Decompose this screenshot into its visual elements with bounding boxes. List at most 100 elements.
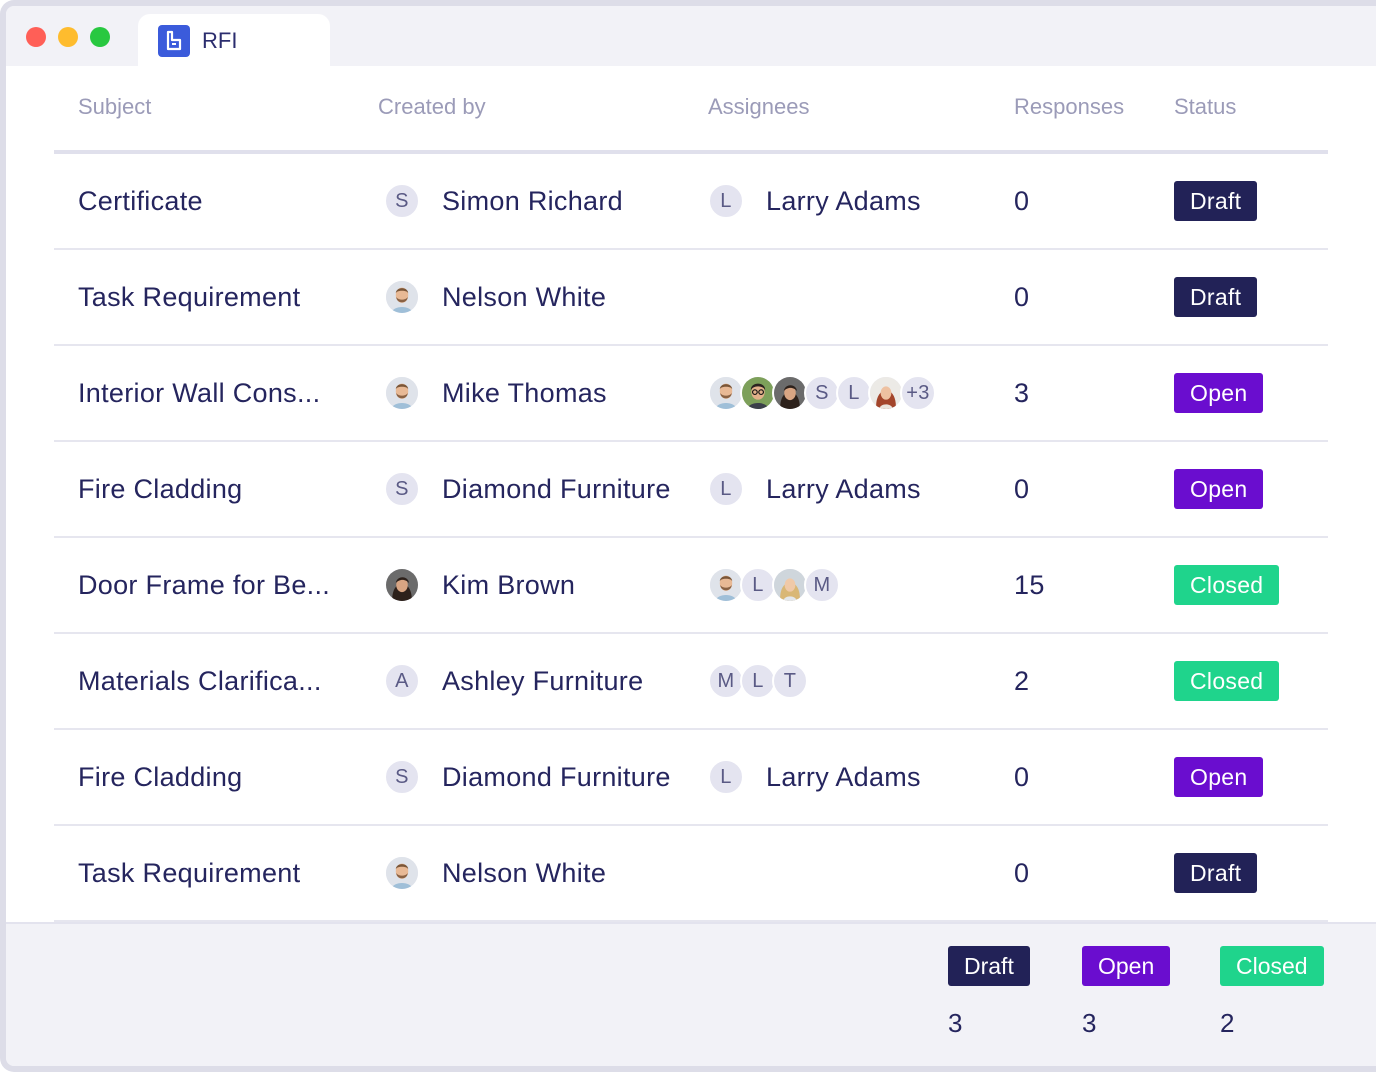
assignees-cell: S L +3 bbox=[708, 346, 936, 440]
subject-cell[interactable]: Certificate bbox=[78, 154, 203, 248]
status-badge[interactable]: Open bbox=[1174, 757, 1264, 797]
avatar-photo[interactable] bbox=[384, 279, 420, 315]
responses-count: 0 bbox=[1014, 185, 1030, 216]
subject-cell[interactable]: Fire Cladding bbox=[78, 442, 242, 536]
app-window: RFI Subject Created by Assignees Respons… bbox=[0, 0, 1376, 1072]
avatar-initial[interactable]: S bbox=[384, 183, 420, 219]
created-by-cell: Mike Thomas bbox=[384, 346, 607, 440]
avatar-initial[interactable]: L bbox=[740, 663, 776, 699]
tab-rfi[interactable]: RFI bbox=[138, 14, 330, 68]
status-cell: Closed bbox=[1174, 538, 1280, 632]
assignees-cell: LM bbox=[708, 538, 840, 632]
avatar-photo[interactable] bbox=[772, 567, 808, 603]
avatar-initial[interactable]: L bbox=[836, 375, 872, 411]
avatar-photo[interactable] bbox=[384, 567, 420, 603]
status-summary: Draft 3 Open 3 Closed 2 bbox=[6, 922, 1376, 1066]
avatar-initial[interactable]: T bbox=[772, 663, 808, 699]
table-body: Certificate S Simon Richard L Larry Adams 0 Dr… bbox=[54, 154, 1328, 922]
subject-cell[interactable]: Fire Cladding bbox=[78, 730, 242, 824]
table-row[interactable]: Door Frame for Be... Kim Brown L M 15 Closed bbox=[54, 538, 1328, 634]
summary-closed-count: 2 bbox=[1220, 1008, 1235, 1038]
column-header-subject[interactable]: Subject bbox=[78, 94, 151, 120]
column-header-created-by[interactable]: Created by bbox=[378, 94, 486, 120]
avatar-photo[interactable] bbox=[708, 375, 744, 411]
created-by-cell: S Diamond Furniture bbox=[384, 730, 671, 824]
avatar-initial[interactable]: S bbox=[804, 375, 840, 411]
status-cell: Open bbox=[1174, 730, 1264, 824]
created-by-cell: Kim Brown bbox=[384, 538, 575, 632]
summary-closed-badge[interactable]: Closed bbox=[1220, 946, 1324, 986]
creator-name: Simon Richard bbox=[442, 185, 623, 216]
status-cell: Closed bbox=[1174, 634, 1280, 728]
avatar-initial[interactable]: M bbox=[708, 663, 744, 699]
avatar-initial[interactable]: L bbox=[740, 567, 776, 603]
summary-draft-badge[interactable]: Draft bbox=[948, 946, 1030, 986]
subject-cell[interactable]: Task Requirement bbox=[78, 250, 300, 344]
column-header-status[interactable]: Status bbox=[1174, 94, 1236, 120]
table-row[interactable]: Interior Wall Cons... Mike Thomas S L +3 3 Ope… bbox=[54, 346, 1328, 442]
avatar-photo[interactable] bbox=[384, 375, 420, 411]
table-row[interactable]: Fire Cladding S Diamond Furniture L Larry Ad… bbox=[54, 730, 1328, 826]
avatar-photo[interactable] bbox=[708, 567, 744, 603]
assignee-avatars: L bbox=[708, 759, 744, 795]
app-logo-icon bbox=[158, 25, 190, 57]
status-cell: Draft bbox=[1174, 250, 1258, 344]
maximize-window-button[interactable] bbox=[90, 27, 110, 47]
table-row[interactable]: Materials Clarifica... A Ashley Furniture M… bbox=[54, 634, 1328, 730]
summary-open-count: 3 bbox=[1082, 1008, 1097, 1038]
subject-cell[interactable]: Task Requirement bbox=[78, 826, 300, 920]
summary-draft-count: 3 bbox=[948, 1008, 963, 1038]
avatar-initial[interactable]: S bbox=[384, 471, 420, 507]
assignee-avatars: S L +3 bbox=[708, 375, 936, 411]
avatar-initial[interactable]: L bbox=[708, 183, 744, 219]
assignee-name: Larry Adams bbox=[766, 761, 921, 792]
table-row[interactable]: Certificate S Simon Richard L Larry Adams 0 Dr… bbox=[54, 154, 1328, 250]
table-row[interactable]: Task Requirement Nelson White 0 Draft bbox=[54, 250, 1328, 346]
avatar-photo[interactable] bbox=[384, 855, 420, 891]
assignee-avatars: MLT bbox=[708, 663, 808, 699]
status-badge[interactable]: Open bbox=[1174, 373, 1264, 413]
avatar-initial[interactable]: A bbox=[384, 663, 420, 699]
assignees-cell: L Larry Adams bbox=[708, 442, 921, 536]
status-cell: Open bbox=[1174, 346, 1264, 440]
assignees-cell: L Larry Adams bbox=[708, 730, 921, 824]
responses-count: 0 bbox=[1014, 857, 1030, 888]
status-badge[interactable]: Open bbox=[1174, 469, 1264, 509]
subject-cell[interactable]: Materials Clarifica... bbox=[78, 634, 322, 728]
avatar-photo[interactable] bbox=[868, 375, 904, 411]
table-row[interactable]: Fire Cladding S Diamond Furniture L Larry Ad… bbox=[54, 442, 1328, 538]
avatar-initial[interactable]: L bbox=[708, 759, 744, 795]
table-header: Subject Created by Assignees Responses S… bbox=[54, 66, 1328, 154]
status-badge[interactable]: Draft bbox=[1174, 277, 1258, 317]
status-badge[interactable]: Closed bbox=[1174, 661, 1280, 701]
responses-count: 0 bbox=[1014, 761, 1030, 792]
status-badge[interactable]: Draft bbox=[1174, 181, 1258, 221]
avatar-initial[interactable]: M bbox=[804, 567, 840, 603]
subject-cell[interactable]: Interior Wall Cons... bbox=[78, 346, 320, 440]
avatar-initial[interactable]: S bbox=[384, 759, 420, 795]
table-row[interactable]: Task Requirement Nelson White 0 Draft bbox=[54, 826, 1328, 922]
rfi-list: Subject Created by Assignees Responses S… bbox=[6, 66, 1376, 922]
minimize-window-button[interactable] bbox=[58, 27, 78, 47]
summary-open-badge[interactable]: Open bbox=[1082, 946, 1171, 986]
status-badge[interactable]: Draft bbox=[1174, 853, 1258, 893]
status-badge[interactable]: Closed bbox=[1174, 565, 1280, 605]
avatar-initial[interactable]: L bbox=[708, 471, 744, 507]
close-window-button[interactable] bbox=[26, 27, 46, 47]
assignee-name: Larry Adams bbox=[766, 185, 921, 216]
assignee-name: Larry Adams bbox=[766, 473, 921, 504]
column-header-responses[interactable]: Responses bbox=[1014, 94, 1124, 120]
avatar-photo[interactable] bbox=[740, 375, 776, 411]
column-header-assignees[interactable]: Assignees bbox=[708, 94, 810, 120]
status-cell: Draft bbox=[1174, 826, 1258, 920]
subject-cell[interactable]: Door Frame for Be... bbox=[78, 538, 330, 632]
title-bar: RFI bbox=[6, 6, 1376, 68]
responses-count: 15 bbox=[1014, 569, 1045, 600]
summary-draft: Draft 3 bbox=[948, 946, 1030, 1039]
avatar-initial[interactable]: +3 bbox=[900, 375, 936, 411]
creator-name: Kim Brown bbox=[442, 569, 576, 600]
created-by-cell: S Simon Richard bbox=[384, 154, 623, 248]
created-by-cell: Nelson White bbox=[384, 826, 606, 920]
created-by-cell: S Diamond Furniture bbox=[384, 442, 671, 536]
avatar-photo[interactable] bbox=[772, 375, 808, 411]
